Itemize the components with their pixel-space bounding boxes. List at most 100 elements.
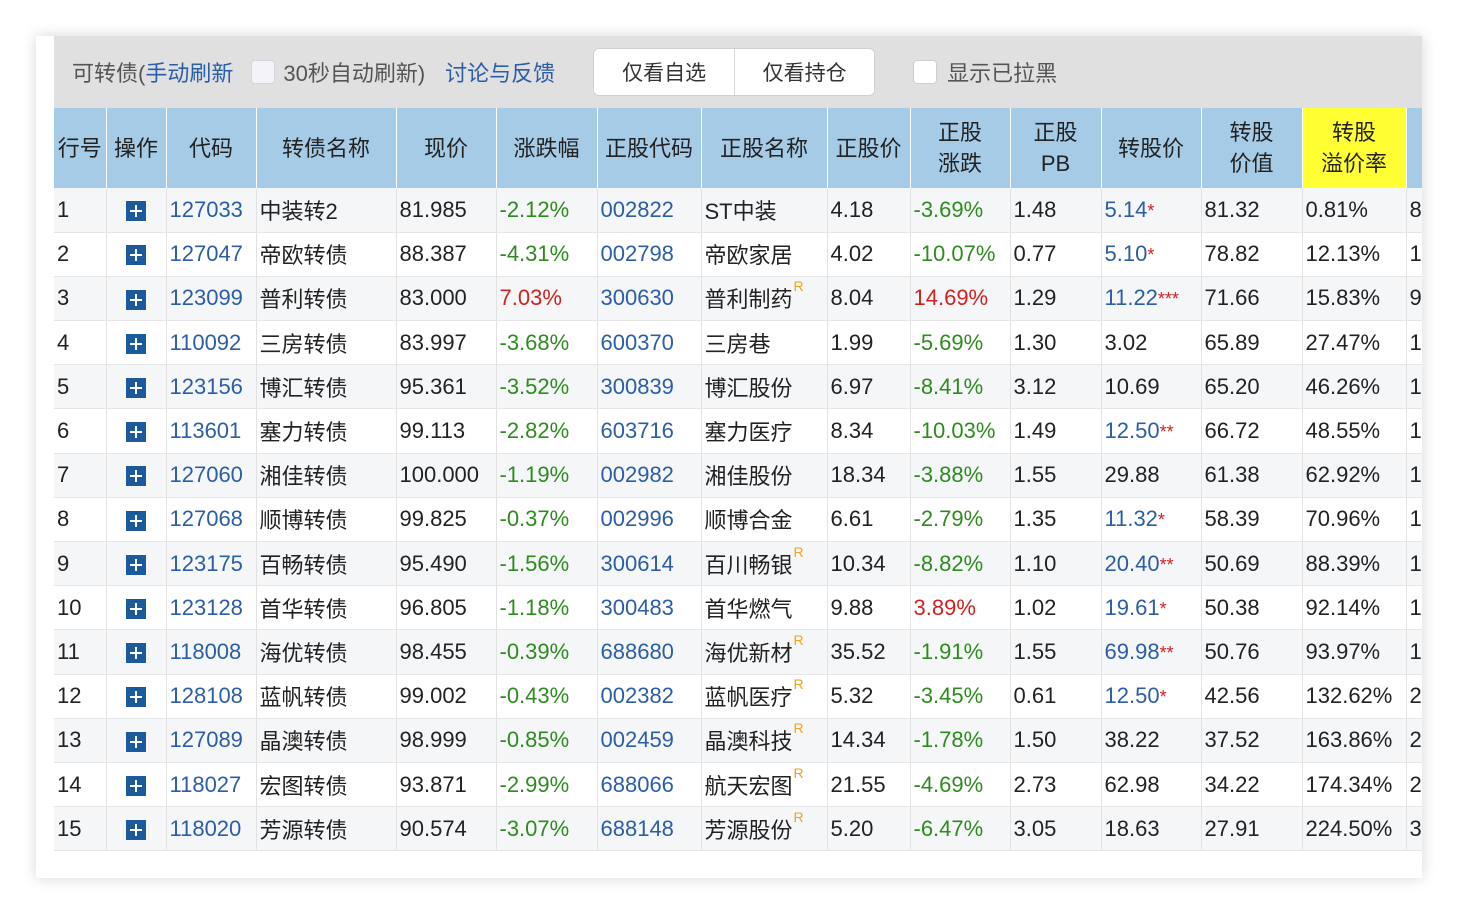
manual-refresh-link[interactable]: 手动刷新	[145, 56, 233, 88]
column-header[interactable]: 正股代码	[597, 108, 702, 188]
star-mark: *	[1159, 687, 1167, 708]
plus-icon[interactable]	[126, 775, 146, 796]
column-header[interactable]: 正股价	[827, 108, 911, 188]
conversion-price[interactable]: 5.10*	[1101, 232, 1202, 277]
plus-icon[interactable]	[126, 598, 146, 619]
r-mark: R	[793, 808, 804, 825]
plus-icon[interactable]	[126, 731, 146, 752]
bond-name: 百畅转债	[256, 541, 397, 587]
column-header[interactable]: 正股 涨跌	[910, 108, 1011, 188]
bond-change: -0.43%	[496, 674, 598, 719]
column-header[interactable]: 代码	[166, 108, 257, 188]
column-header[interactable]: 正股 PB	[1010, 108, 1102, 188]
add-watchlist-cell	[106, 629, 167, 675]
stock-code-link[interactable]: 002459	[597, 718, 702, 763]
bond-code-link[interactable]: 127060	[166, 453, 257, 498]
bond-code-link[interactable]: 127047	[166, 232, 257, 277]
column-header[interactable]: 转股价	[1101, 108, 1202, 188]
add-watchlist-cell	[106, 188, 167, 233]
conversion-price[interactable]: 12.50*	[1101, 674, 1202, 719]
stock-code-link[interactable]: 300614	[597, 541, 702, 587]
bond-code-link[interactable]: 123099	[166, 276, 257, 322]
bond-code-link[interactable]: 118008	[166, 629, 257, 675]
stock-code-link[interactable]: 300483	[597, 585, 702, 631]
bond-code-link[interactable]: 127033	[166, 188, 257, 233]
stock-code-link[interactable]: 002982	[597, 453, 702, 498]
plus-icon[interactable]	[126, 378, 146, 399]
stock-price: 5.20	[827, 806, 911, 852]
stock-name: 三房巷	[701, 320, 828, 366]
column-header[interactable]: 涨跌幅	[496, 108, 598, 188]
column-header[interactable]: 行号	[54, 108, 107, 188]
plus-icon[interactable]	[126, 201, 146, 222]
plus-icon[interactable]	[126, 510, 146, 531]
column-header[interactable]: 操作	[106, 108, 167, 188]
stock-code-link[interactable]: 002822	[597, 188, 702, 233]
column-header[interactable]: 正股名称	[701, 108, 828, 188]
column-header[interactable]: 转债名称	[256, 108, 397, 188]
bond-code-link[interactable]: 110092	[166, 320, 257, 366]
stock-code-link[interactable]: 002798	[597, 232, 702, 277]
column-header[interactable]: 转股 价值	[1201, 108, 1303, 188]
bond-change: -1.56%	[496, 541, 598, 587]
stock-pb: 1.55	[1010, 453, 1102, 498]
bond-code-link[interactable]: 127089	[166, 718, 257, 763]
stock-code-link[interactable]: 688680	[597, 629, 702, 675]
stock-code-link[interactable]: 600370	[597, 320, 702, 366]
conversion-price[interactable]: 69.98**	[1101, 629, 1202, 675]
bond-code-link[interactable]: 127068	[166, 497, 257, 543]
plus-icon[interactable]	[126, 554, 146, 575]
conversion-price[interactable]: 5.14*	[1101, 188, 1202, 233]
plus-icon[interactable]	[126, 819, 146, 840]
bond-code-link[interactable]: 113601	[166, 408, 257, 454]
feedback-link[interactable]: 讨论与反馈	[445, 56, 555, 88]
stock-code-link[interactable]: 300839	[597, 364, 702, 410]
conversion-price[interactable]: 12.50**	[1101, 408, 1202, 454]
stock-code-link[interactable]: 002382	[597, 674, 702, 719]
column-header[interactable]: 现价	[396, 108, 497, 188]
auto-refresh-checkbox[interactable]	[251, 60, 276, 84]
column-header[interactable]: 转股 溢价率	[1302, 108, 1407, 188]
r-mark: R	[793, 676, 804, 693]
next-column-cell: 1	[1406, 497, 1422, 543]
stock-code-link[interactable]: 300630	[597, 276, 702, 322]
bond-code-link[interactable]: 128108	[166, 674, 257, 719]
bond-code-link[interactable]: 118027	[166, 762, 257, 808]
plus-icon[interactable]	[126, 422, 146, 443]
plus-icon[interactable]	[126, 333, 146, 354]
conversion-value: 34.22	[1201, 762, 1303, 808]
conversion-price[interactable]: 19.61*	[1101, 585, 1202, 631]
conversion-value: 50.69	[1201, 541, 1303, 587]
plus-icon[interactable]	[126, 289, 146, 310]
plus-icon[interactable]	[126, 643, 146, 664]
column-header[interactable]	[1406, 108, 1422, 188]
stock-change: -10.03%	[910, 408, 1011, 454]
bond-code-link[interactable]: 123156	[166, 364, 257, 410]
stock-change: -4.69%	[910, 762, 1011, 808]
row-number: 4	[54, 320, 107, 366]
conversion-price[interactable]: 20.40**	[1101, 541, 1202, 587]
holdings-only-button[interactable]: 仅看持仓	[734, 49, 875, 95]
stock-code-link[interactable]: 688148	[597, 806, 702, 852]
stock-change: -3.45%	[910, 674, 1011, 719]
stock-code-link[interactable]: 002996	[597, 497, 702, 543]
plus-icon[interactable]	[126, 687, 146, 708]
next-column-cell: 1	[1406, 232, 1422, 277]
plus-icon[interactable]	[126, 245, 146, 266]
bond-code-link[interactable]: 123128	[166, 585, 257, 631]
bond-code-link[interactable]: 118020	[166, 806, 257, 852]
stock-code-link[interactable]: 688066	[597, 762, 702, 808]
show-blacklisted-checkbox[interactable]	[913, 60, 938, 84]
table-row: 4 110092 三房转债 83.997 -3.68% 600370 三房巷 1.99 -5.6…	[54, 320, 1422, 366]
bond-code-link[interactable]: 123175	[166, 541, 257, 587]
stock-name: 首华燃气	[701, 585, 828, 631]
conversion-price[interactable]: 11.32*	[1101, 497, 1202, 543]
conversion-price[interactable]: 11.22***	[1101, 276, 1202, 322]
stock-code-link[interactable]: 603716	[597, 408, 702, 454]
plus-icon[interactable]	[126, 466, 146, 487]
bond-price: 95.490	[396, 541, 497, 587]
stock-change: -2.79%	[910, 497, 1011, 543]
table-row: 14 118027 宏图转债 93.871 -2.99% 688066 航天宏图R 21.55…	[54, 762, 1422, 808]
watchlist-only-button[interactable]: 仅看自选	[594, 49, 735, 95]
conversion-premium: 12.13%	[1302, 232, 1407, 277]
